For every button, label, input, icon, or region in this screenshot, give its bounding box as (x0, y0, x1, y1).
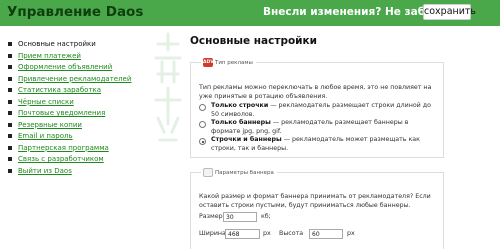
bullet-icon (8, 76, 12, 81)
radio-option-title: Только баннеры (211, 119, 271, 126)
banner-height-input[interactable] (309, 229, 343, 239)
banner-size-row: Размер кб; (199, 212, 299, 222)
ad-type-legend-label: Тип рекламы (215, 60, 253, 66)
ad-type-legend: ADVТип рекламы (201, 58, 256, 68)
sidebar-item-email-password[interactable]: Email и пароль (8, 132, 73, 141)
sidebar-item-label: Резервные копии (18, 120, 82, 129)
bullet-icon (8, 134, 12, 138)
sidebar-item-label: Партнерская программа (18, 143, 109, 152)
sidebar-item-earnings-stats[interactable]: Статистика заработка (8, 86, 102, 95)
sidebar-item-label: Чёрные списки (18, 97, 74, 106)
banner-size-input[interactable] (223, 212, 257, 222)
banner-icon (203, 168, 213, 177)
banner-size-unit: кб; (261, 213, 271, 220)
radio-option-title: Только строчки (211, 102, 269, 109)
bullet-icon (8, 42, 12, 46)
sidebar-item-blacklists[interactable]: Чёрные списки (8, 97, 74, 107)
banner-params-legend-label: Параметры баннера (215, 170, 274, 176)
banner-params-legend: Параметры баннера (201, 168, 277, 178)
bullet-icon (8, 157, 12, 161)
page-title: Основные настройки (190, 35, 318, 47)
sidebar-item-label: Привлечение рекламодателей (18, 74, 132, 83)
sidebar-item-contact-developer[interactable]: Связь с разработчиком (8, 155, 104, 164)
sidebar-item-label: Прием платежей (18, 51, 81, 60)
banner-params-description: Какой размер и формат баннера принимать … (199, 193, 431, 209)
ad-type-panel: ADVТип рекламы Тип рекламы можно переклю… (190, 58, 444, 158)
radio-button[interactable] (199, 121, 206, 128)
banner-height-unit: px (347, 230, 355, 237)
radio-button[interactable] (199, 104, 206, 111)
banner-params-panel: Параметры баннера Какой размер и формат … (190, 168, 444, 249)
sidebar-item-label: Оформление объявлений (18, 63, 113, 71)
banner-height-label: Высота (279, 230, 304, 237)
decorative-glyph-icon (154, 32, 182, 142)
radio-option-text: Только баннеры — рекламодатель размещает… (211, 119, 436, 136)
sidebar-item-main-settings[interactable]: Основные настройки (8, 40, 96, 49)
bullet-icon (8, 53, 12, 58)
bullet-icon (8, 65, 12, 69)
sidebar-item-label: Почтовые уведомления (18, 109, 106, 117)
sidebar-item-partner-program[interactable]: Партнерская программа (8, 143, 109, 153)
bullet-icon (8, 145, 12, 150)
sidebar-item-payments[interactable]: Прием платежей (8, 51, 81, 61)
banner-size-label: Размер (199, 213, 223, 220)
radio-option-text: Строчки и баннеры — рекламодатель может … (211, 136, 436, 153)
sidebar-item-label: Выйти из Daos (18, 166, 72, 175)
sidebar-item-mail-notifications[interactable]: Почтовые уведомления (8, 109, 106, 118)
header-bar: Управление Daos Внесли изменения? Не заб… (0, 0, 500, 26)
sidebar-item-ad-design[interactable]: Оформление объявлений (8, 63, 113, 72)
sidebar-item-label: Связь с разработчиком (18, 155, 104, 163)
sidebar-item-backups[interactable]: Резервные копии (8, 120, 82, 130)
sidebar-item-advertisers[interactable]: Привлечение рекламодателей (8, 74, 132, 84)
banner-width-unit: px (263, 230, 271, 237)
bullet-icon (8, 99, 12, 104)
ad-type-description: Тип рекламы можно переключать в любое вр… (199, 84, 432, 100)
radio-option-title: Строчки и баннеры (211, 136, 282, 143)
app-title: Управление Daos (7, 4, 144, 20)
banner-width-input[interactable] (225, 229, 260, 239)
banner-dimensions-row: Ширина px Высота px (199, 229, 359, 239)
adv-icon: ADV (203, 58, 214, 67)
radio-button-checked[interactable] (199, 138, 206, 145)
save-button[interactable]: сохранить (423, 4, 476, 20)
sidebar-item-label: Основные настройки (18, 40, 96, 48)
bullet-icon (8, 122, 12, 127)
bullet-icon (8, 111, 12, 115)
bullet-icon (8, 168, 12, 173)
sidebar-item-label: Email и пароль (18, 132, 73, 140)
bullet-icon (8, 88, 12, 92)
radio-option-text: Только строчки — рекламодатель размещает… (211, 102, 436, 119)
sidebar-item-label: Статистика заработка (18, 86, 102, 94)
sidebar-item-logout[interactable]: Выйти из Daos (8, 166, 72, 176)
banner-width-label: Ширина (199, 230, 226, 237)
